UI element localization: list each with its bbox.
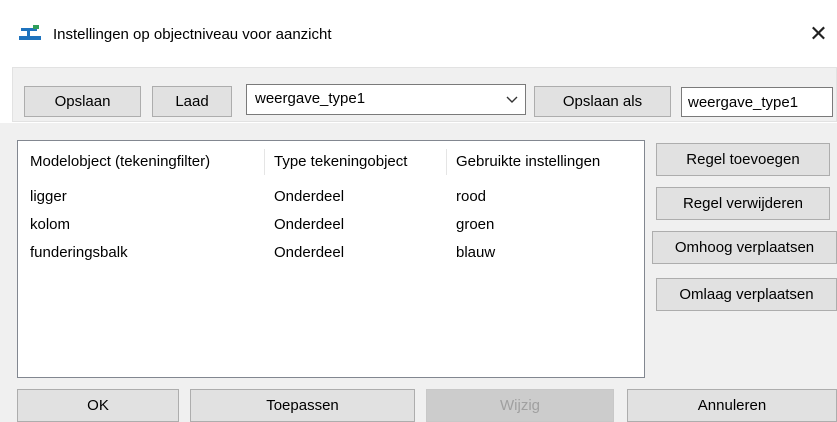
- add-rule-button[interactable]: Regel toevoegen: [656, 143, 830, 176]
- move-up-button[interactable]: Omhoog verplaatsen: [652, 231, 837, 264]
- row-3-settings[interactable]: blauw: [456, 243, 495, 263]
- save-button[interactable]: Opslaan: [24, 86, 141, 117]
- rules-list[interactable]: Modelobject (tekeningfilter) Type tekeni…: [17, 140, 645, 378]
- row-2-model-object[interactable]: kolom: [30, 215, 70, 235]
- apply-button[interactable]: Toepassen: [190, 389, 415, 422]
- view-settings-icon: [19, 24, 45, 44]
- save-as-name-value: weergave_type1: [688, 94, 799, 111]
- ok-button[interactable]: OK: [17, 389, 179, 422]
- chevron-down-icon[interactable]: [505, 93, 519, 107]
- dialog-window: Instellingen op objectniveau voor aanzic…: [0, 0, 837, 422]
- row-2-object-type[interactable]: Onderdeel: [274, 215, 344, 235]
- row-1-object-type[interactable]: Onderdeel: [274, 187, 344, 207]
- column-header-model-object[interactable]: Modelobject (tekeningfilter): [20, 149, 264, 175]
- column-header-drawing-object-type[interactable]: Type tekeningobject: [264, 149, 446, 175]
- modify-button: Wijzig: [426, 389, 614, 422]
- row-1-model-object[interactable]: ligger: [30, 187, 67, 207]
- row-1-settings[interactable]: rood: [456, 187, 486, 207]
- remove-rule-button[interactable]: Regel verwijderen: [656, 187, 830, 220]
- row-3-object-type[interactable]: Onderdeel: [274, 243, 344, 263]
- load-button[interactable]: Laad: [152, 86, 232, 117]
- close-icon[interactable]: ✕: [800, 18, 837, 50]
- settings-combo[interactable]: weergave_type1: [246, 84, 526, 115]
- cancel-button[interactable]: Annuleren: [627, 389, 837, 422]
- move-down-button[interactable]: Omlaag verplaatsen: [656, 278, 837, 311]
- save-as-name-field[interactable]: weergave_type1: [681, 87, 833, 117]
- row-2-settings[interactable]: groen: [456, 215, 494, 235]
- title-bar: Instellingen op objectniveau voor aanzic…: [0, 0, 837, 50]
- combo-selected-value: weergave_type1: [255, 90, 366, 107]
- window-title: Instellingen op objectniveau voor aanzic…: [53, 26, 332, 43]
- row-3-model-object[interactable]: funderingsbalk: [30, 243, 128, 263]
- save-as-button[interactable]: Opslaan als: [534, 86, 671, 117]
- column-header-used-settings[interactable]: Gebruikte instellingen: [446, 149, 642, 175]
